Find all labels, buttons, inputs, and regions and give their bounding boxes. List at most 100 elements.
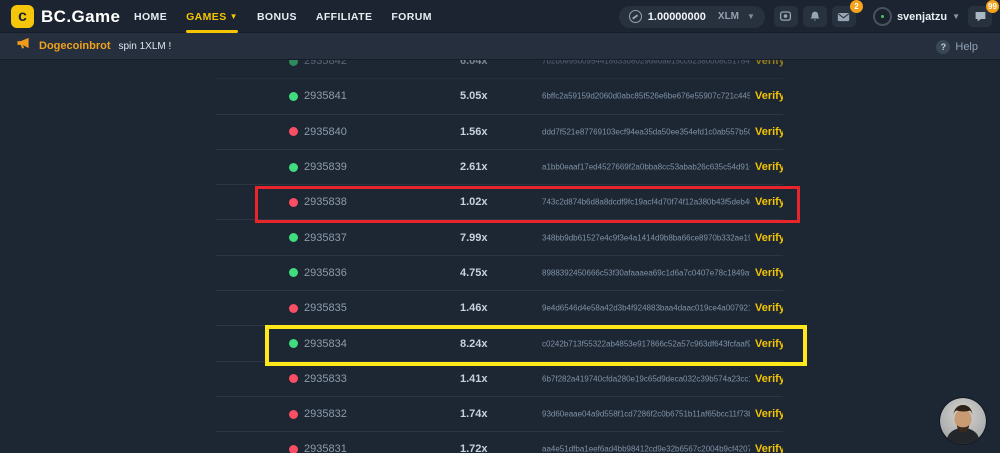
result-dot-icon [289, 445, 298, 453]
multiplier: 1.41x [460, 373, 488, 385]
verify-link[interactable]: Verify [755, 161, 783, 173]
bet-hash: 6bffc2a59159d2060d0abc85f526e6be676e5590… [542, 92, 750, 101]
multiplier: 5.05x [460, 90, 488, 102]
bet-id: 2935839 [304, 161, 347, 173]
bet-hash: 93d60eaae04a9d558f1cd7286f2c0b6751b11af6… [542, 410, 750, 419]
chevron-down-icon: ▼ [747, 12, 755, 21]
multiplier: 1.46x [460, 302, 488, 314]
brand-title: BC.Game [41, 7, 120, 27]
bet-id: 2935841 [304, 90, 347, 102]
bet-hash: 743c2d874b6d8a8dcdf9fc19acf4d70f74f12a38… [542, 198, 750, 207]
result-dot-icon [289, 233, 298, 242]
main-nav: HOME GAMES▼ BONUS AFFILIATE FORUM [134, 0, 432, 33]
bet-id: 2935842 [304, 60, 347, 67]
table-row: 2935838 1.02x 743c2d874b6d8a8dcdf9fc19ac… [216, 185, 783, 220]
verify-link[interactable]: Verify [755, 232, 783, 244]
bet-hash: a1bb0eaaf17ed4527669f2a0bba8cc53abab26c6… [542, 163, 750, 172]
verify-link[interactable]: Verify [755, 302, 783, 314]
bet-results-table: 2935842 6.04x 7b2b0e9500954418633080296e… [216, 60, 783, 453]
verify-link[interactable]: Verify [755, 196, 783, 208]
table-row: 2935831 1.72x aa4e51dfba1eef6ad4bb98412c… [216, 432, 783, 453]
multiplier: 1.02x [460, 196, 488, 208]
table-row: 2935840 1.56x ddd7f521e87769103ecf94ea35… [216, 115, 783, 150]
result-dot-icon [289, 163, 298, 172]
bet-id: 2935835 [304, 302, 347, 314]
table-row: 2935837 7.99x 348bb9db61527e4c9f3e4a1414… [216, 220, 783, 255]
nav-label: HOME [134, 11, 167, 23]
verify-link[interactable]: Verify [755, 338, 783, 350]
multiplier: 7.99x [460, 232, 488, 244]
help-label: Help [955, 41, 978, 53]
bet-hash: 348bb9db61527e4c9f3e4a1414d9b8ba66ce8970… [542, 233, 750, 242]
nav-label: AFFILIATE [316, 11, 372, 23]
balance-amount: 1.00000000 [648, 11, 706, 23]
verify-link[interactable]: Verify [755, 443, 783, 453]
bcgame-logo-icon: c [11, 5, 34, 28]
help-button[interactable]: ? Help [936, 33, 978, 60]
currency-label: XLM [718, 11, 739, 22]
notifications-button[interactable] [803, 6, 827, 27]
bet-hash: 8988392450666c53f30afaaaea69c1d6a7c0407e… [542, 268, 750, 277]
bet-id: 2935840 [304, 126, 347, 138]
table-row: 2935842 6.04x 7b2b0e9500954418633080296e… [216, 60, 783, 79]
nav-item-home[interactable]: HOME [134, 0, 167, 33]
result-dot-icon [289, 60, 298, 66]
bet-id: 2935838 [304, 196, 347, 208]
verify-link[interactable]: Verify [755, 267, 783, 279]
result-dot-icon [289, 339, 298, 348]
messages-button[interactable]: 2 [832, 6, 856, 27]
header-right-group: 1.00000000 XLM ▼ 2 [619, 0, 1000, 33]
bet-id: 2935834 [304, 338, 347, 350]
result-dot-icon [289, 198, 298, 207]
balance-selector[interactable]: 1.00000000 XLM ▼ [619, 6, 765, 28]
bet-hash: c0242b713f55322ab4853e917866c52a57c963df… [542, 339, 750, 348]
verify-link[interactable]: Verify [755, 373, 783, 385]
result-dot-icon [289, 127, 298, 136]
page: c BC.Game HOMEGAMES▼BONUSAFFILIATEFORUM … [0, 0, 1000, 453]
vault-button[interactable] [774, 6, 798, 27]
bet-hash: aa4e51dfba1eef6ad4bb98412cd9e32b6567c200… [542, 445, 750, 453]
bet-id: 2935831 [304, 443, 347, 453]
announcement-subtitle: spin 1XLM ! [119, 41, 172, 52]
verify-link[interactable]: Verify [755, 90, 783, 102]
table-row: 2935833 1.41x 6b7f282a419740cfda280e19c6… [216, 362, 783, 397]
verify-link[interactable]: Verify [755, 408, 783, 420]
user-menu[interactable]: svenjatzu ▼ [873, 7, 960, 26]
multiplier: 4.75x [460, 267, 488, 279]
verify-link[interactable]: Verify [755, 126, 783, 138]
bet-id: 2935836 [304, 267, 347, 279]
bet-hash: 9e4d6546d4e58a42d3b4f924883baa4daac019ce… [542, 304, 750, 313]
nav-item-bonus[interactable]: BONUS [257, 0, 297, 33]
question-icon: ? [936, 40, 950, 54]
announcement[interactable]: Dogecoinbrot spin 1XLM ! [16, 37, 171, 55]
bell-icon [809, 10, 821, 23]
bet-hash: 6b7f282a419740cfda280e19c65d9deca032c39b… [542, 374, 750, 383]
chevron-down-icon: ▼ [952, 12, 960, 21]
verify-link[interactable]: Verify [755, 60, 783, 67]
nav-label: FORUM [391, 11, 432, 23]
avatar [873, 7, 892, 26]
coin-icon [629, 10, 642, 23]
nav-label: BONUS [257, 11, 297, 23]
bet-hash: ddd7f521e87769103ecf94ea35da50ee354efd1c… [542, 127, 750, 136]
result-dot-icon [289, 374, 298, 383]
multiplier: 1.56x [460, 126, 488, 138]
webcam-avatar [940, 398, 986, 444]
bet-hash: 7b2b0e9500954418633080296e0ae15cc6238000… [542, 60, 750, 66]
table-row: 2935832 1.74x 93d60eaae04a9d558f1cd7286f… [216, 397, 783, 432]
brand-logo[interactable]: c BC.Game [11, 5, 120, 28]
chat-button[interactable]: 99 [968, 6, 992, 27]
nav-item-forum[interactable]: FORUM [391, 0, 432, 33]
result-dot-icon [289, 268, 298, 277]
table-row: 2935841 5.05x 6bffc2a59159d2060d0abc85f5… [216, 79, 783, 114]
chat-icon [974, 10, 987, 23]
mail-badge: 2 [850, 0, 863, 13]
announcement-title: Dogecoinbrot [39, 40, 111, 52]
nav-item-games[interactable]: GAMES▼ [186, 0, 238, 33]
result-dot-icon [289, 410, 298, 419]
mail-icon [837, 11, 850, 23]
announcement-bar: Dogecoinbrot spin 1XLM ! ? Help [0, 33, 1000, 60]
nav-item-affiliate[interactable]: AFFILIATE [316, 0, 372, 33]
result-dot-icon [289, 304, 298, 313]
multiplier: 6.04x [460, 60, 488, 67]
